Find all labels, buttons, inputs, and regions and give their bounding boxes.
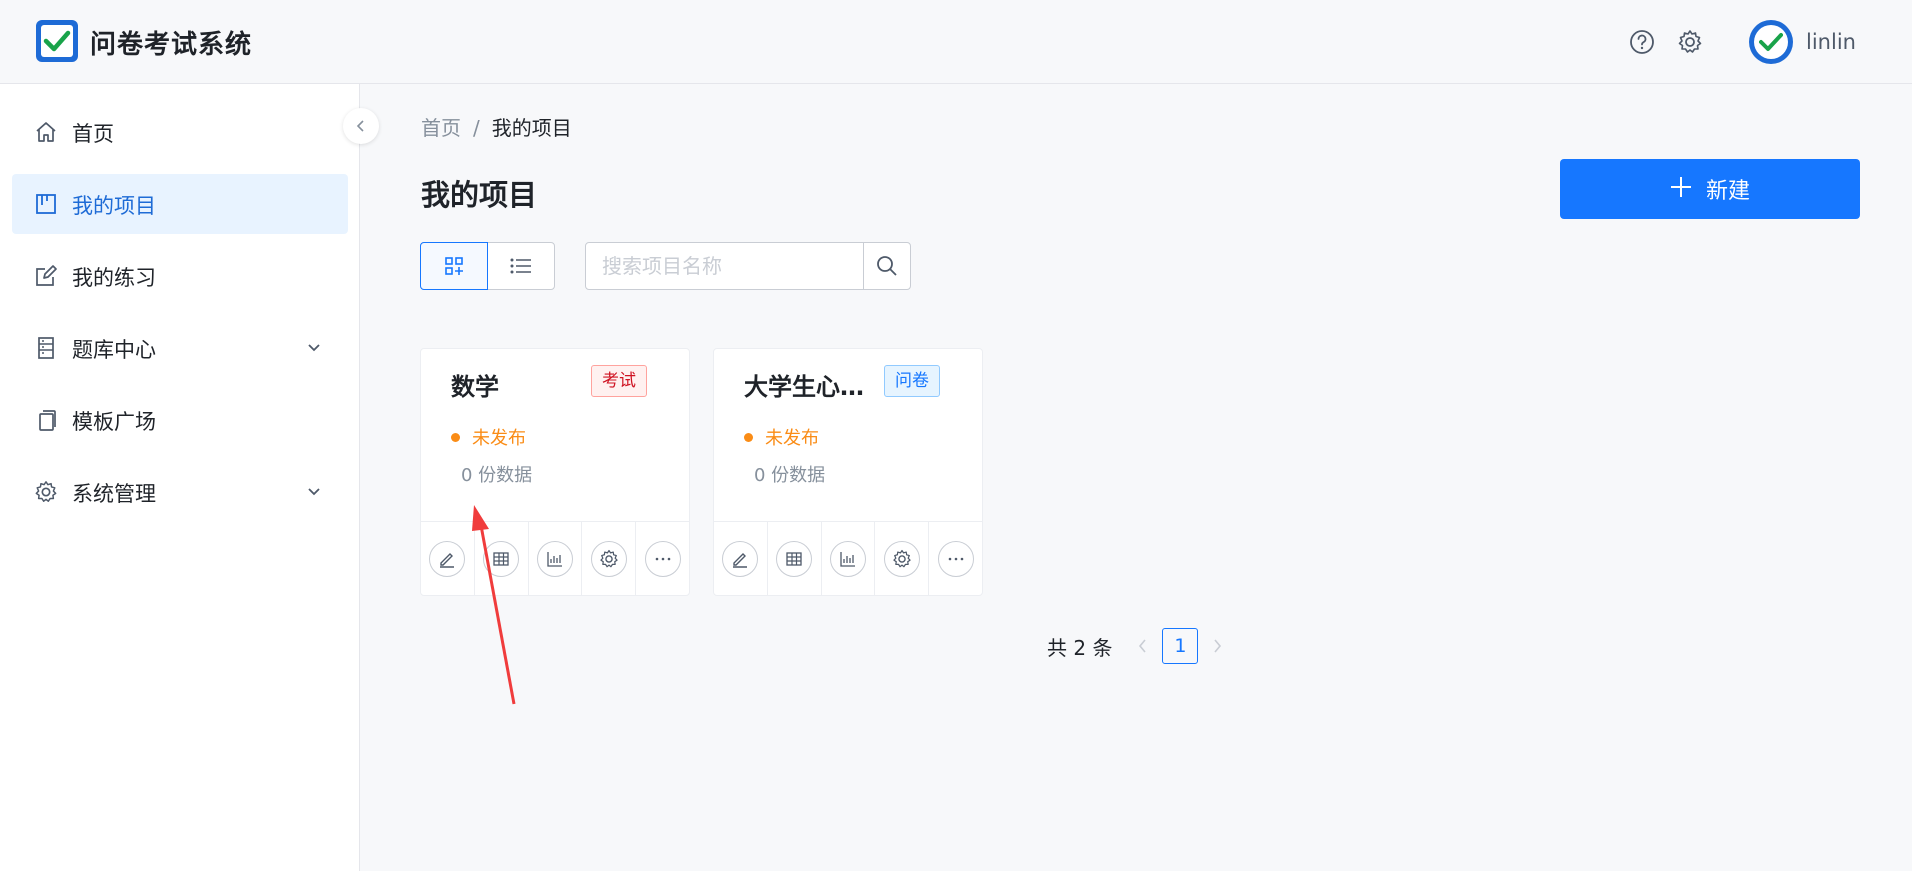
username[interactable]: linlin	[1806, 30, 1856, 54]
list-icon	[510, 258, 531, 274]
project-status: 未发布	[451, 424, 526, 450]
data-table-action[interactable]	[475, 522, 529, 595]
project-icon	[36, 194, 56, 214]
question-bank-icon	[38, 337, 54, 359]
more-action[interactable]	[636, 522, 689, 595]
bar-chart-icon	[547, 551, 562, 567]
app-title: 问卷考试系统	[90, 30, 253, 60]
gear-icon	[893, 549, 911, 567]
gear-icon	[35, 481, 57, 502]
grid-view-button[interactable]	[420, 242, 488, 290]
bar-chart-icon	[840, 551, 855, 567]
pencil-icon	[733, 552, 748, 568]
project-type-tag: 考试	[591, 365, 647, 397]
sidebar: 首页 我的项目 我的练习 题库中心 模板广场 系统管理	[0, 84, 360, 871]
sidebar-item-my-practice[interactable]: 我的练习	[12, 246, 348, 306]
table-icon	[493, 551, 509, 566]
chevron-right-icon	[1214, 639, 1222, 653]
breadcrumb: 首页 / 我的项目	[421, 112, 572, 141]
response-count: 0 份数据	[461, 465, 533, 486]
page-number[interactable]: 1	[1162, 628, 1199, 664]
sidebar-item-label: 题库中心	[72, 338, 156, 362]
sidebar-collapse-button[interactable]	[343, 108, 379, 144]
project-card[interactable]: 数学 考试 未发布 0 份数据	[420, 348, 690, 596]
sidebar-item-label: 首页	[72, 122, 114, 146]
sidebar-item-label: 系统管理	[72, 482, 156, 506]
sidebar-item-label: 我的练习	[72, 266, 156, 290]
sidebar-item-templates[interactable]: 模板广场	[12, 390, 348, 450]
edit-icon	[36, 265, 57, 286]
next-page-button[interactable]	[1202, 628, 1232, 664]
response-count: 0 份数据	[754, 465, 826, 486]
sidebar-item-question-bank[interactable]: 题库中心	[12, 318, 348, 378]
status-dot	[451, 432, 460, 442]
chevron-down-icon	[308, 488, 320, 496]
pencil-icon	[440, 552, 455, 568]
search-icon	[877, 256, 897, 276]
more-action[interactable]	[929, 522, 982, 595]
top-header: 问卷考试系统 linlin	[0, 0, 1912, 84]
project-type-tag: 问卷	[884, 365, 940, 397]
new-button-label: 新建	[1705, 179, 1750, 204]
project-name[interactable]: 数学	[451, 367, 581, 402]
pagination: 共 2 条 1	[1047, 628, 1232, 664]
sidebar-item-my-projects[interactable]: 我的项目	[12, 174, 348, 234]
settings-action[interactable]	[875, 522, 930, 595]
sidebar-item-label: 我的项目	[72, 194, 156, 218]
more-icon	[948, 557, 963, 560]
help-icon[interactable]	[1628, 28, 1656, 56]
breadcrumb-home[interactable]: 首页	[421, 116, 461, 140]
settings-action[interactable]	[582, 522, 637, 595]
edit-action[interactable]	[714, 522, 768, 595]
avatar[interactable]	[1749, 20, 1793, 64]
table-icon	[786, 551, 802, 566]
breadcrumb-current: 我的项目	[491, 116, 572, 140]
chevron-down-icon	[308, 344, 320, 352]
data-table-action[interactable]	[768, 522, 822, 595]
home-icon	[36, 122, 56, 142]
project-status: 未发布	[744, 424, 819, 450]
search-button[interactable]	[863, 242, 911, 290]
project-name[interactable]: 大学生心理健康调查	[744, 367, 874, 402]
sidebar-item-system-admin[interactable]: 系统管理	[12, 462, 348, 522]
status-label: 未发布	[765, 428, 819, 449]
view-toggle	[420, 242, 555, 290]
template-icon	[39, 410, 56, 431]
card-actions	[714, 521, 982, 595]
breadcrumb-separator: /	[473, 116, 480, 140]
card-actions	[421, 521, 689, 595]
prev-page-button[interactable]	[1128, 628, 1158, 664]
new-project-button[interactable]: 新建	[1560, 159, 1860, 219]
search-input[interactable]	[585, 242, 865, 290]
plus-icon	[1670, 174, 1692, 204]
status-label: 未发布	[472, 428, 526, 449]
app-logo	[36, 20, 78, 62]
settings-icon[interactable]	[1676, 28, 1704, 56]
status-dot	[744, 432, 753, 442]
statistics-action[interactable]	[822, 522, 876, 595]
page-title: 我的项目	[421, 178, 538, 212]
statistics-action[interactable]	[529, 522, 583, 595]
pagination-total: 共 2 条	[1047, 635, 1113, 660]
gear-icon	[600, 549, 618, 567]
sidebar-item-label: 模板广场	[72, 410, 156, 434]
chevron-left-icon	[1139, 639, 1147, 653]
sidebar-item-home[interactable]: 首页	[12, 102, 348, 162]
list-view-button[interactable]	[488, 243, 554, 289]
project-card[interactable]: 大学生心理健康调查 问卷 未发布 0 份数据	[713, 348, 983, 596]
chevron-left-icon	[356, 120, 364, 132]
grid-icon	[445, 257, 463, 275]
more-icon	[655, 557, 670, 560]
edit-action[interactable]	[421, 522, 475, 595]
